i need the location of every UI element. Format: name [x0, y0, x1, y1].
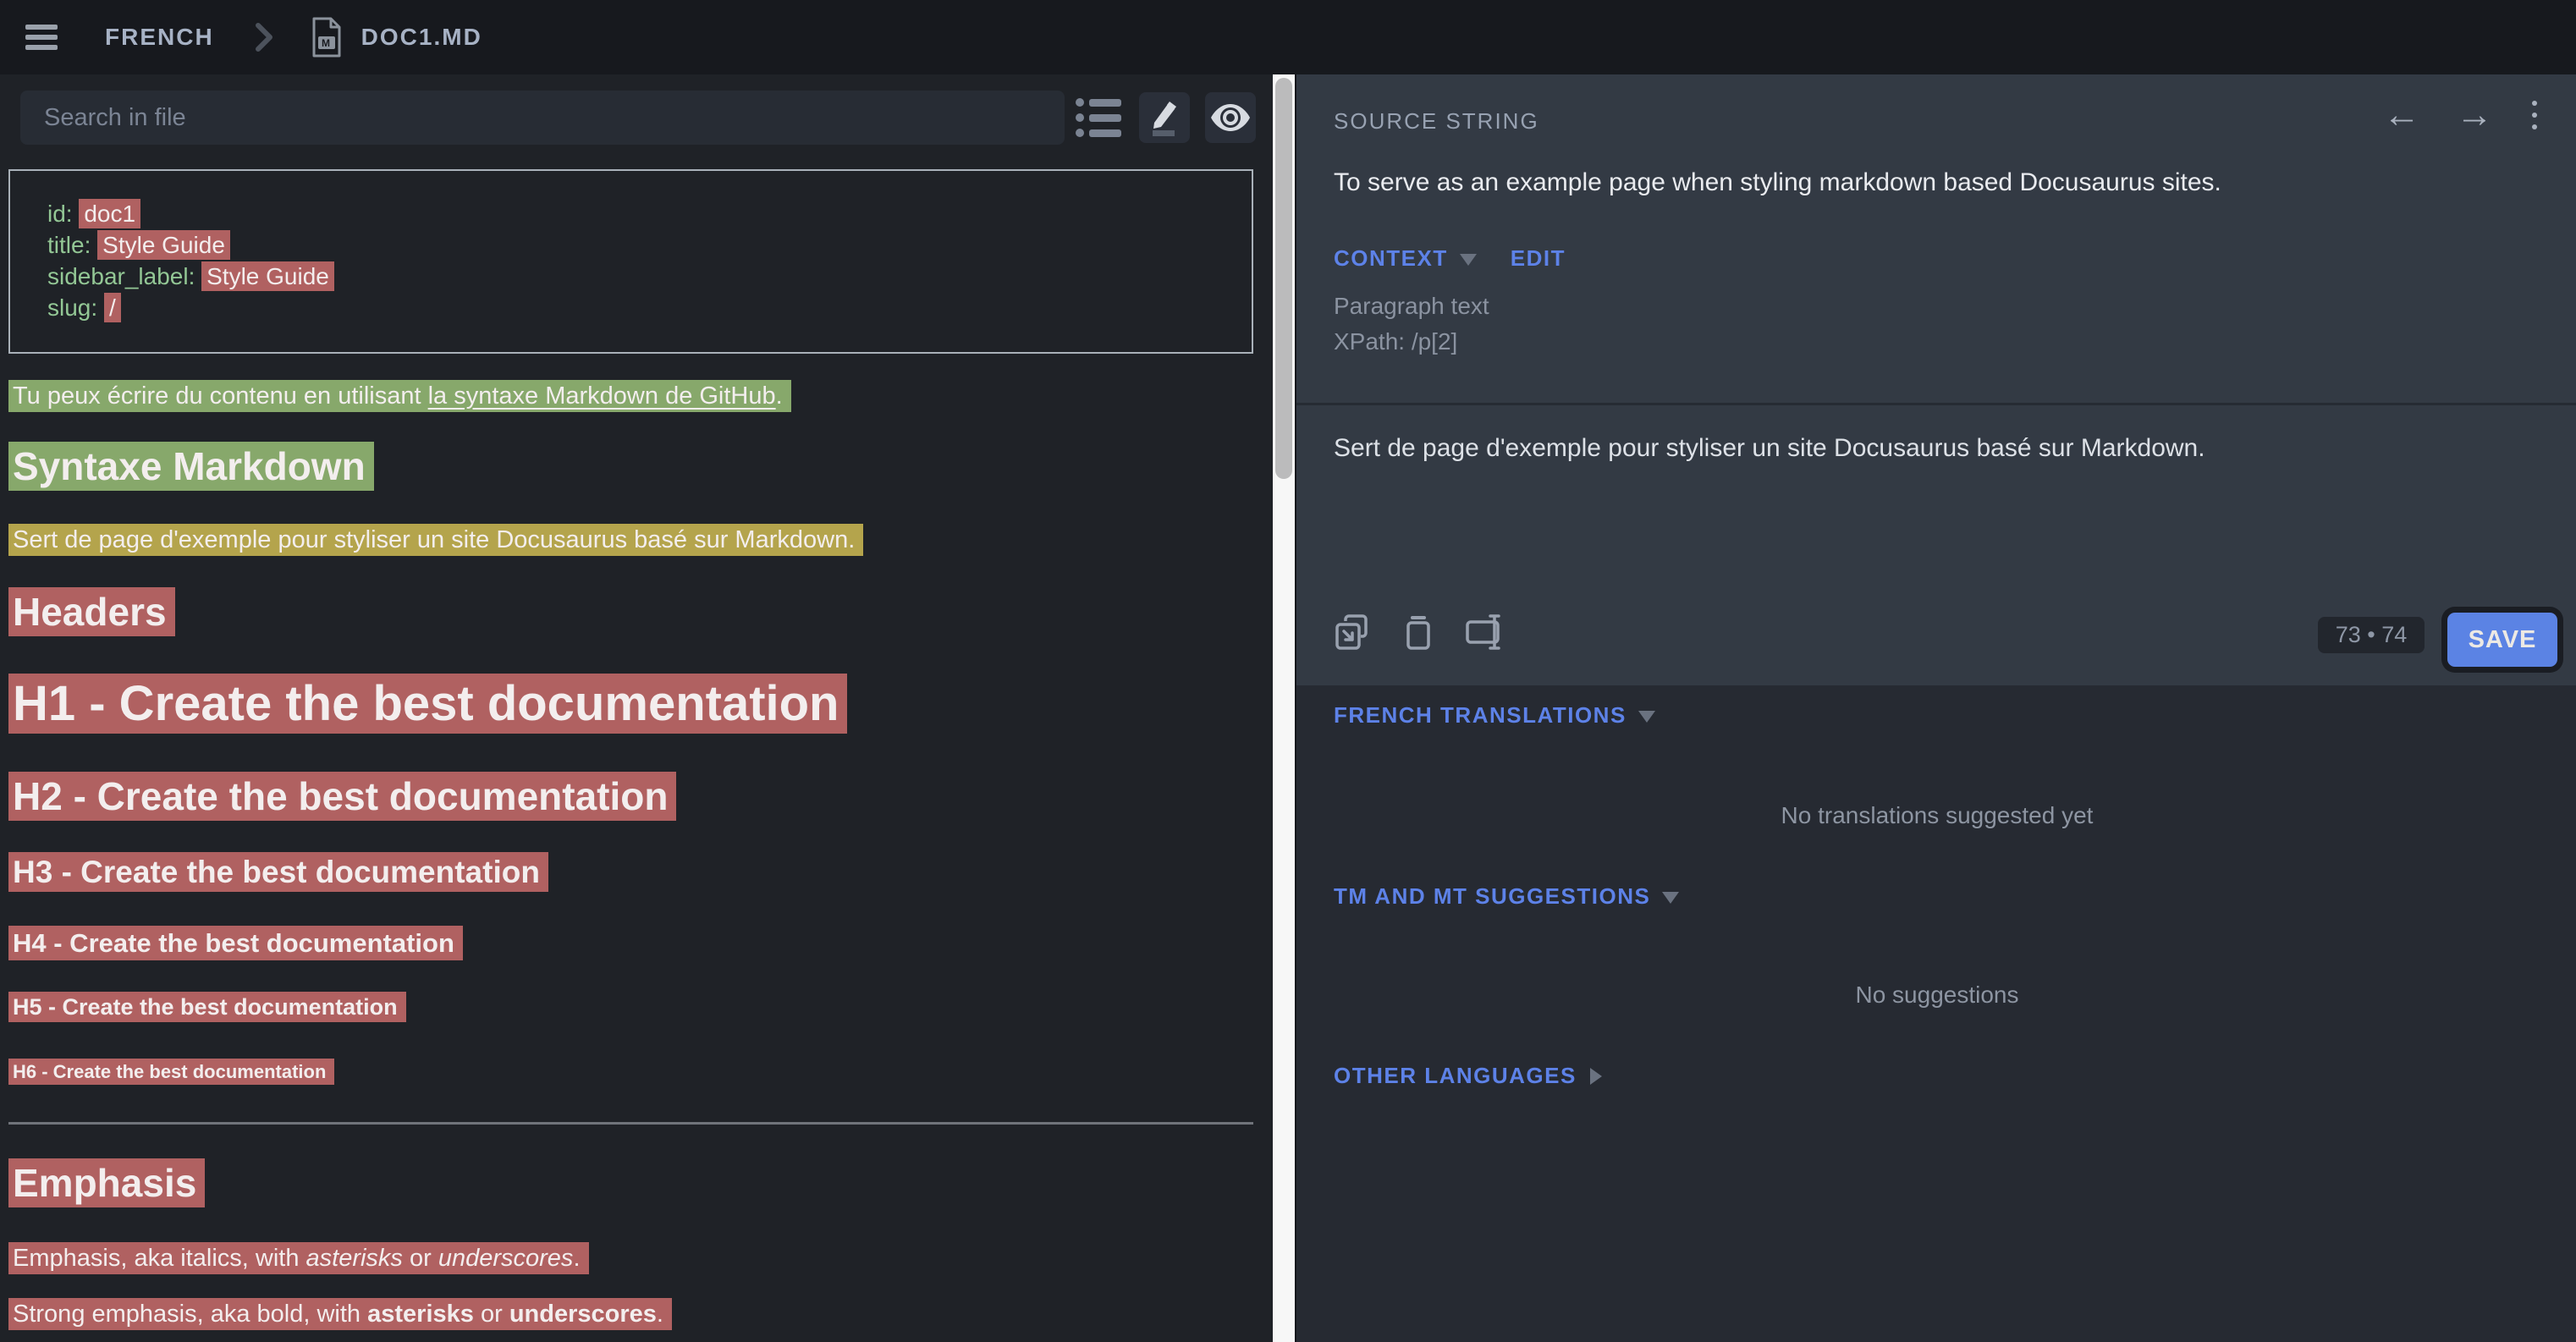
translation-string-untranslated[interactable]: H6 - Create the best documentation — [8, 1059, 334, 1085]
search-row — [0, 90, 1273, 146]
source-string-label: SOURCE STRING — [1334, 108, 1539, 135]
next-string-icon[interactable]: → — [2456, 96, 2493, 134]
svg-text:M: M — [322, 37, 330, 49]
frontmatter-value[interactable]: Style Guide — [201, 261, 334, 291]
context-type: Paragraph text — [1334, 293, 1489, 320]
save-button[interactable]: SAVE — [2447, 613, 2557, 667]
markdown-file-icon: M — [311, 16, 343, 58]
doc-heading-5: H5 - Create the best documentation — [8, 993, 1266, 1021]
context-toggle[interactable]: CONTEXT — [1334, 245, 1448, 272]
editor-toolbar — [1334, 613, 1505, 652]
copy-source-icon[interactable] — [1334, 613, 1373, 652]
frontmatter-line: id: doc1 — [47, 198, 1252, 229]
context-row: CONTEXT EDIT — [1334, 245, 1566, 272]
translation-editor-app: FRENCH M DOC1.MD — [0, 0, 2576, 1342]
translation-string-untranslated[interactable]: H1 - Create the best documentation — [8, 674, 847, 734]
doc-divider — [8, 1122, 1253, 1125]
more-options-icon[interactable] — [2529, 97, 2540, 133]
doc-heading-1: H1 - Create the best documentation — [8, 673, 1266, 734]
doc-heading-2: Emphasis — [8, 1159, 1266, 1207]
document-scrollbar-track[interactable] — [1273, 74, 1295, 1342]
translation-string-untranslated[interactable]: H3 - Create the best documentation — [8, 852, 548, 892]
document-panel: id: doc1 title: Style Guide sidebar_labe… — [0, 74, 1273, 1342]
top-bar: FRENCH M DOC1.MD — [0, 0, 2576, 74]
translation-string-translated[interactable]: Syntaxe Markdown — [8, 442, 374, 491]
edit-mode-button[interactable] — [1139, 92, 1190, 143]
frontmatter-value[interactable]: / — [104, 293, 121, 322]
translation-string-untranslated[interactable]: H2 - Create the best documentation — [8, 772, 676, 821]
doc-heading-6: H6 - Create the best documentation — [8, 1060, 1266, 1084]
context-edit-button[interactable]: EDIT — [1511, 245, 1566, 272]
breadcrumb-chevron-icon — [255, 22, 273, 52]
breadcrumb-project[interactable]: FRENCH — [105, 24, 214, 51]
select-text-icon[interactable] — [1464, 613, 1505, 652]
source-string-text: To serve as an example page when styling… — [1334, 166, 2535, 200]
translation-string-translated[interactable]: Tu peux écrire du contenu en utilisant l… — [8, 380, 791, 412]
doc-paragraph: Tu peux écrire du contenu en utilisant l… — [8, 379, 1266, 413]
frontmatter-line: title: Style Guide — [47, 229, 1252, 261]
source-string-card: SOURCE STRING ← → To serve as an example… — [1296, 74, 2576, 685]
chevron-right-icon[interactable] — [1590, 1068, 1602, 1085]
translation-string-untranslated[interactable]: H4 - Create the best documentation — [8, 926, 463, 960]
chevron-down-icon[interactable] — [1662, 892, 1679, 904]
translation-string-untranslated[interactable]: Emphasis, aka italics, with asterisks or… — [8, 1242, 589, 1274]
translation-string-selected[interactable]: Sert de page d'exemple pour styliser un … — [8, 524, 863, 556]
breadcrumb-file[interactable]: DOC1.MD — [361, 24, 482, 51]
string-navigation: ← → — [2383, 96, 2540, 134]
editor-divider — [1296, 403, 2576, 405]
french-translations-toggle[interactable]: FRENCH TRANSLATIONS — [1334, 702, 1627, 729]
translation-side-panel: SOURCE STRING ← → To serve as an example… — [1295, 74, 2576, 1342]
frontmatter-value[interactable]: Style Guide — [97, 230, 230, 260]
tm-mt-empty: No suggestions — [1296, 982, 2576, 1009]
doc-link[interactable]: la syntaxe Markdown de GitHub — [428, 382, 776, 410]
previous-string-icon[interactable]: ← — [2383, 96, 2420, 134]
document-content: id: doc1 title: Style Guide sidebar_labe… — [8, 169, 1266, 1331]
frontmatter-value[interactable]: doc1 — [79, 199, 140, 228]
translation-input[interactable]: Sert de page d'exemple pour styliser un … — [1334, 432, 2535, 465]
delete-translation-icon[interactable] — [1401, 613, 1435, 652]
doc-heading-4: H4 - Create the best documentation — [8, 927, 1266, 960]
french-translations-empty: No translations suggested yet — [1296, 802, 2576, 829]
frontmatter-block: id: doc1 title: Style Guide sidebar_labe… — [8, 169, 1253, 354]
chevron-down-icon[interactable] — [1460, 254, 1477, 266]
document-scrollbar-thumb[interactable] — [1275, 78, 1292, 479]
search-input[interactable] — [20, 91, 1065, 145]
doc-paragraph: Emphasis, aka italics, with asterisks or… — [8, 1241, 1266, 1275]
character-counter: 73 • 74 — [2318, 617, 2425, 653]
translation-string-untranslated[interactable]: Strong emphasis, aka bold, with asterisk… — [8, 1298, 672, 1330]
string-list-button[interactable] — [1073, 92, 1124, 143]
preview-eye-button[interactable] — [1205, 92, 1256, 143]
translation-string-untranslated[interactable]: Headers — [8, 587, 175, 636]
french-translations-section: FRENCH TRANSLATIONS — [1334, 702, 1655, 729]
doc-paragraph: Strong emphasis, aka bold, with asterisk… — [8, 1297, 1266, 1331]
doc-heading-2: Headers — [8, 588, 1266, 636]
doc-heading-3: H3 - Create the best documentation — [8, 853, 1266, 892]
frontmatter-line: sidebar_label: Style Guide — [47, 261, 1252, 292]
other-languages-section: OTHER LANGUAGES — [1334, 1063, 1602, 1089]
frontmatter-line: slug: / — [47, 292, 1252, 323]
other-languages-toggle[interactable]: OTHER LANGUAGES — [1334, 1063, 1577, 1089]
translation-string-untranslated[interactable]: Emphasis — [8, 1158, 205, 1207]
doc-heading-2: Syntaxe Markdown — [8, 443, 1266, 491]
translation-string-untranslated[interactable]: H5 - Create the best documentation — [8, 992, 406, 1022]
doc-paragraph: Sert de page d'exemple pour styliser un … — [8, 523, 1266, 557]
tm-mt-toggle[interactable]: TM AND MT SUGGESTIONS — [1334, 883, 1650, 910]
hamburger-menu-icon[interactable] — [25, 25, 58, 50]
doc-heading-2: H2 - Create the best documentation — [8, 773, 1266, 821]
chevron-down-icon[interactable] — [1638, 711, 1655, 723]
tm-mt-section: TM AND MT SUGGESTIONS — [1334, 883, 1679, 910]
context-xpath: XPath: /p[2] — [1334, 328, 1457, 355]
